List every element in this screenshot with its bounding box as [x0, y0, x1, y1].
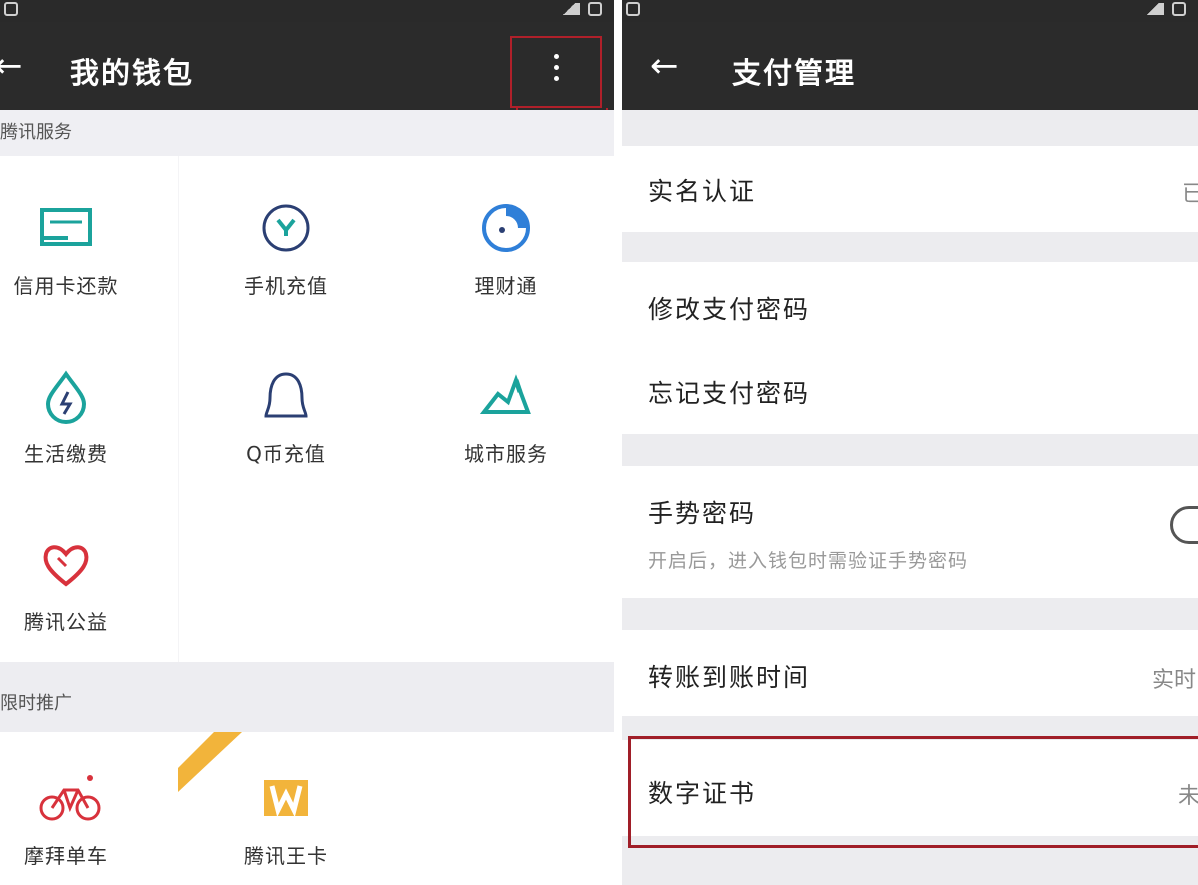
credit-card-icon: [38, 200, 94, 256]
battery-icon: [1172, 2, 1186, 16]
section-gap: [622, 110, 1198, 146]
wealth-icon: [478, 200, 534, 256]
charity-heart-icon: [38, 536, 94, 592]
row-gesture-password: 手势密码 开启后，进入钱包时需验证手势密码: [622, 466, 1198, 598]
highlight-frame: [628, 736, 1198, 848]
service-label: 信用卡还款: [13, 274, 119, 298]
service-phone-recharge[interactable]: 手机充值: [186, 200, 386, 299]
promo-label: 摩拜单车: [24, 844, 108, 868]
row-label: 转账到账时间: [648, 663, 811, 692]
signal-icon: [558, 3, 580, 15]
promo-wangka[interactable]: 腾讯王卡: [186, 770, 386, 869]
section-header-tencent-services: 腾讯服务: [0, 110, 614, 156]
section-gap: [622, 434, 1198, 466]
bike-icon: [38, 770, 101, 826]
app-bar: ← 我的钱包: [0, 22, 614, 110]
service-charity[interactable]: 腾讯公益: [0, 536, 166, 635]
service-label: 腾讯公益: [24, 610, 108, 634]
row-forgot-password[interactable]: 忘记支付密码: [648, 374, 810, 410]
service-label: Q币充值: [246, 442, 326, 466]
back-arrow-icon[interactable]: ←: [650, 46, 679, 86]
promo-bike[interactable]: 摩拜单车: [0, 770, 166, 869]
page-title: 我的钱包: [70, 56, 195, 90]
app-bar: ← 支付管理: [622, 22, 1198, 110]
service-wealth[interactable]: 理财通: [406, 200, 606, 299]
wallet-screen: ← 我的钱包 腾讯服务 信用卡还款 手机充值 理财通 生活缴费 Q币充值 城市服…: [0, 0, 614, 885]
service-label: 生活缴费: [24, 442, 108, 466]
service-label: 手机充值: [244, 274, 328, 298]
row-realname[interactable]: 实名认证 已: [622, 146, 1198, 232]
gesture-toggle[interactable]: [1170, 506, 1198, 544]
battery-icon: [588, 2, 602, 16]
row-description: 开启后，进入钱包时需验证手势密码: [648, 550, 969, 572]
row-value: 实时: [1151, 668, 1196, 693]
service-qcoin[interactable]: Q币充值: [186, 368, 386, 467]
section-gap: [622, 598, 1198, 630]
phone-recharge-icon: [258, 200, 314, 256]
utility-drop-icon: [38, 368, 94, 424]
wangka-icon: [258, 770, 314, 826]
signal-icon: [1142, 3, 1164, 15]
service-utility[interactable]: 生活缴费: [0, 368, 166, 467]
page-title: 支付管理: [732, 56, 857, 90]
row-label: 手势密码: [648, 499, 757, 528]
service-label: 城市服务: [464, 442, 548, 466]
grid-divider: [178, 156, 179, 662]
notification-icon: [4, 2, 18, 16]
row-value: 已: [1181, 182, 1198, 207]
qq-penguin-icon: [258, 368, 314, 424]
service-label: 理财通: [474, 274, 538, 298]
city-service-icon: [478, 368, 534, 424]
more-menu-button[interactable]: [510, 36, 602, 108]
status-bar: [0, 0, 614, 22]
row-label: 实名认证: [648, 177, 757, 206]
service-city[interactable]: 城市服务: [406, 368, 606, 467]
back-arrow-icon[interactable]: ←: [0, 46, 23, 86]
password-group: 修改支付密码 忘记支付密码: [622, 262, 1198, 434]
services-grid: 信用卡还款 手机充值 理财通 生活缴费 Q币充值 城市服务 腾讯公益: [0, 156, 614, 662]
more-vertical-icon: [552, 54, 560, 81]
notification-icon: [626, 2, 640, 16]
promo-grid: 摩拜单车 腾讯王卡: [0, 732, 614, 885]
row-change-password[interactable]: 修改支付密码: [648, 290, 810, 326]
panel-divider: [614, 0, 622, 885]
section-header-promotions: 限时推广: [0, 662, 614, 732]
service-credit-card[interactable]: 信用卡还款: [0, 200, 166, 299]
row-transfer-time[interactable]: 转账到账时间 实时: [622, 630, 1198, 716]
status-bar: [622, 0, 1198, 22]
section-gap: [622, 232, 1198, 262]
promo-label: 腾讯王卡: [244, 844, 328, 868]
